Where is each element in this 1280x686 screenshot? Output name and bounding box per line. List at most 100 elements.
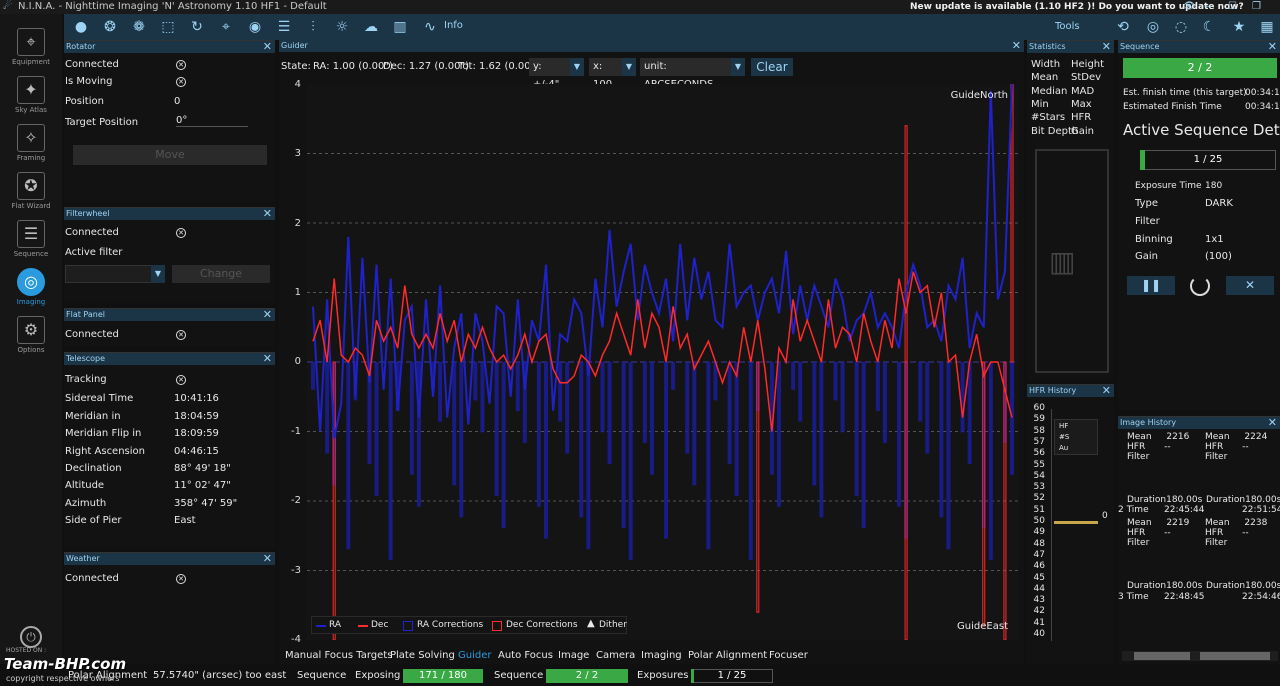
tab-imaging[interactable]: Imaging bbox=[641, 648, 682, 664]
nav-options[interactable]: ⚙ Options bbox=[4, 316, 58, 362]
row-label: Meridian in bbox=[65, 411, 121, 422]
tab-auto-focus[interactable]: Auto Focus bbox=[498, 648, 553, 664]
chevron-down-icon[interactable]: ▼ bbox=[570, 58, 584, 76]
graph-icon[interactable]: ∿ bbox=[420, 18, 440, 36]
scrollbar-thumb[interactable] bbox=[1200, 652, 1270, 660]
rotator-icon[interactable]: ↻ bbox=[188, 18, 206, 36]
nav-flat-wizard[interactable]: ✪ Flat Wizard bbox=[4, 172, 58, 218]
nav-equipment[interactable]: ⌖ Equipment bbox=[4, 28, 58, 74]
bulb-icon[interactable]: ☼ bbox=[333, 18, 351, 36]
close-icon[interactable]: ✕ bbox=[1012, 40, 1021, 52]
nav-framing[interactable]: ✧ Framing bbox=[4, 124, 58, 170]
close-icon[interactable]: ✕ bbox=[1102, 41, 1111, 53]
hfr-tick-label: 56 bbox=[1033, 448, 1045, 459]
ra-correction-bar bbox=[374, 362, 379, 497]
est-finish-target-label: Est. finish time (this target) bbox=[1123, 88, 1247, 98]
close-icon[interactable]: ✕ bbox=[263, 553, 272, 565]
panel-header: Statistics ✕ bbox=[1027, 41, 1114, 53]
filterwheel-panel: Filterwheel ✕ Connected ✕ Active filter ▼… bbox=[64, 207, 275, 303]
filter-select[interactable] bbox=[65, 265, 165, 283]
panel-header: Image History ✕ bbox=[1118, 417, 1280, 429]
history-icon[interactable]: ⟲ bbox=[1114, 18, 1132, 36]
clear-button[interactable]: Clear bbox=[751, 58, 793, 76]
tab-polar-alignment[interactable]: Polar Alignment bbox=[688, 648, 767, 664]
ra-correction-bar bbox=[946, 362, 951, 550]
exposures-progress: 1 / 25 bbox=[691, 669, 773, 683]
pause-button[interactable]: ❚❚ bbox=[1127, 276, 1175, 295]
telescope-tool-icon[interactable]: ⌖ bbox=[217, 18, 235, 36]
close-icon[interactable]: ✕ bbox=[1102, 385, 1111, 397]
nav-sky-atlas[interactable]: ✦ Sky Atlas bbox=[4, 76, 58, 122]
panel-title: Telescope bbox=[66, 354, 106, 363]
camera-icon[interactable]: ● bbox=[72, 18, 90, 36]
minimize-icon[interactable]: — bbox=[1204, 0, 1214, 14]
cell-value: 2219 bbox=[1166, 518, 1190, 528]
tab-image[interactable]: Image bbox=[558, 648, 589, 664]
y-scale-select[interactable]: y: +/-4" bbox=[529, 58, 571, 90]
tab-manual-focus-targets[interactable]: Manual Focus Targets bbox=[285, 648, 392, 664]
legend-item: Dec bbox=[371, 620, 389, 630]
sliders-icon[interactable]: ⫶ bbox=[304, 18, 322, 36]
focuser-icon[interactable]: ❁ bbox=[130, 18, 148, 36]
panel-title: Guider bbox=[281, 41, 308, 50]
ra-correction-bar bbox=[1010, 362, 1014, 475]
star-icon[interactable]: ★ bbox=[1230, 18, 1248, 36]
tools-label[interactable]: Tools bbox=[1055, 21, 1080, 32]
calculator-icon[interactable]: ▦ bbox=[1258, 18, 1276, 36]
ra-correction-bar bbox=[777, 362, 781, 507]
nav-imaging[interactable]: ◎ Imaging bbox=[4, 268, 58, 314]
chevron-down-icon[interactable]: ▼ bbox=[622, 58, 636, 76]
guider-icon[interactable]: ◉ bbox=[246, 18, 264, 36]
tab-guider[interactable]: Guider bbox=[458, 648, 491, 664]
power-icon[interactable]: ⏻ bbox=[20, 626, 42, 648]
close-icon[interactable]: ✕ bbox=[263, 309, 272, 321]
move-button[interactable]: Move bbox=[73, 145, 267, 165]
close-icon[interactable]: ✕ bbox=[1268, 41, 1277, 53]
tab-plate-solving[interactable]: Plate Solving bbox=[390, 648, 455, 664]
restore-icon[interactable]: ❐ bbox=[1252, 0, 1261, 14]
ra-correction-bar bbox=[409, 362, 414, 475]
target-icon[interactable]: ◎ bbox=[1144, 18, 1162, 36]
status-indicator: ✕ bbox=[176, 59, 186, 70]
info-label[interactable]: Info bbox=[444, 20, 463, 31]
legend-ra-corr-swatch bbox=[403, 621, 413, 631]
chevron-down-icon[interactable]: ▼ bbox=[151, 265, 165, 283]
bar-chart-icon[interactable]: ▥ bbox=[391, 18, 409, 36]
x-scale-select[interactable]: x: 100 bbox=[589, 58, 623, 90]
history-scrollbar[interactable] bbox=[1122, 651, 1278, 661]
target-position-input[interactable]: 0° bbox=[176, 115, 248, 127]
nav-sequence[interactable]: ☰ Sequence bbox=[4, 220, 58, 266]
est-finish-target-value: 00:34:18 bbox=[1245, 88, 1280, 98]
change-filter-button[interactable]: Change bbox=[172, 265, 270, 283]
tab-camera[interactable]: Camera bbox=[596, 648, 635, 664]
cloud-icon[interactable]: ☁ bbox=[362, 18, 380, 36]
rotator-panel: Rotator ✕ Connected ✕ Is Moving ✕ Positio… bbox=[64, 40, 275, 202]
hfr-tick-label: 43 bbox=[1033, 595, 1045, 606]
list-icon[interactable]: ☰ bbox=[275, 18, 293, 36]
close-icon[interactable]: ✕ bbox=[263, 353, 272, 365]
chevron-down-icon[interactable]: ▼ bbox=[731, 58, 745, 76]
state-label: State: bbox=[281, 61, 311, 72]
tab-focuser[interactable]: Focuser bbox=[769, 648, 808, 664]
ra-correction-bar bbox=[642, 362, 647, 443]
title-bar: ☄ N.I.N.A. - Nighttime Imaging 'N' Astro… bbox=[0, 0, 1280, 14]
ra-correction-bar bbox=[706, 362, 711, 550]
close-icon[interactable]: ✕ bbox=[263, 41, 272, 53]
cancel-button[interactable]: ✕ bbox=[1226, 276, 1274, 295]
panel-title: Weather bbox=[66, 554, 100, 563]
unit-select[interactable]: unit: ARCSECONDS bbox=[640, 58, 732, 90]
panel-header: HFR History ✕ bbox=[1027, 385, 1114, 397]
moon-icon[interactable]: ☾ bbox=[1200, 18, 1218, 36]
panel-title: Rotator bbox=[66, 42, 96, 51]
scrollbar-thumb[interactable] bbox=[1134, 652, 1190, 660]
filterwheel-icon[interactable]: ❂ bbox=[101, 18, 119, 36]
close-icon[interactable]: ✕ bbox=[263, 208, 272, 220]
cell-label: Mean bbox=[1205, 432, 1230, 442]
ra-correction-bar bbox=[459, 362, 464, 518]
eye-icon[interactable]: 👁 bbox=[1183, 0, 1196, 14]
close-icon[interactable]: ✕ bbox=[1268, 417, 1277, 429]
maximize-icon[interactable]: ☐ bbox=[1228, 0, 1237, 14]
row-label: Declination bbox=[65, 463, 122, 474]
sync-icon[interactable]: ◌ bbox=[1172, 18, 1190, 36]
framing-tool-icon[interactable]: ⬚ bbox=[159, 18, 177, 36]
